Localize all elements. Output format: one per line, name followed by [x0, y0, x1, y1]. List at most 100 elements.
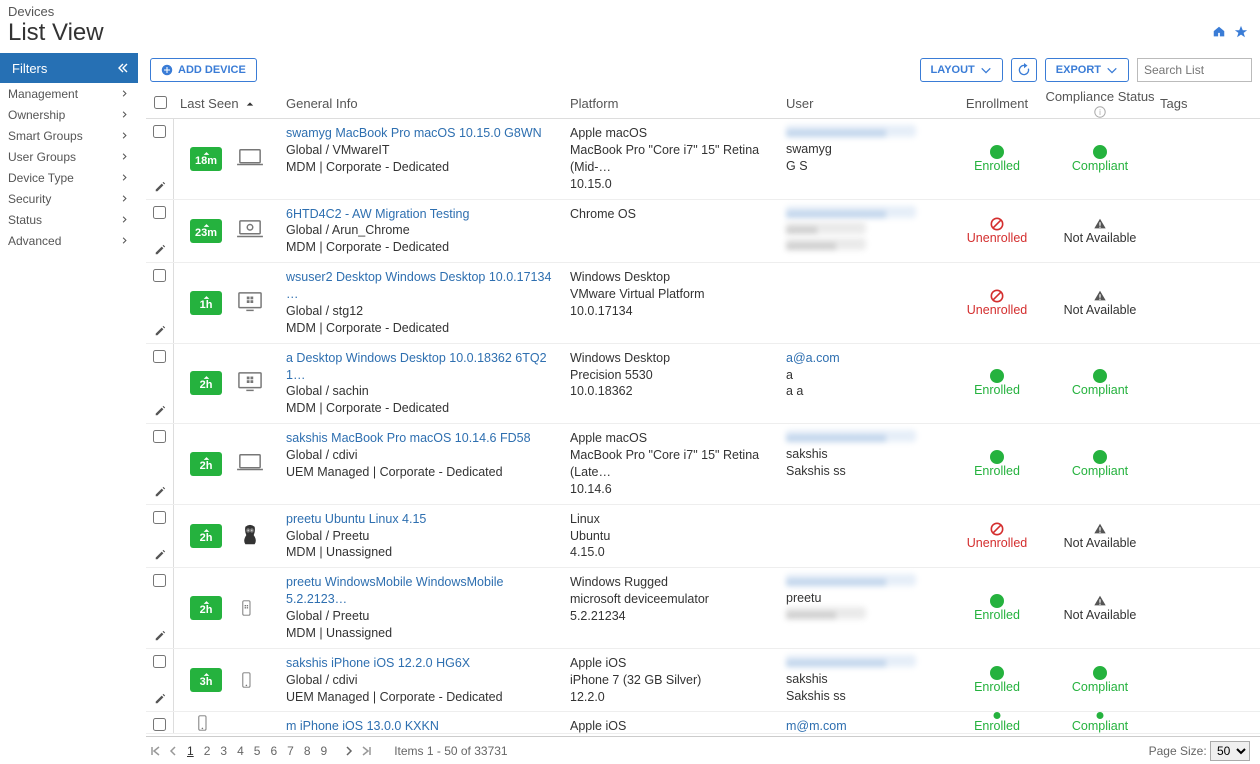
col-platform[interactable]: Platform: [570, 96, 786, 111]
page-8[interactable]: 8: [303, 744, 312, 758]
device-win-icon: [234, 289, 266, 317]
col-user[interactable]: User: [786, 96, 954, 111]
device-laptop-icon: [234, 450, 266, 478]
page-5[interactable]: 5: [253, 744, 262, 758]
row-checkbox[interactable]: [153, 574, 166, 587]
edit-icon[interactable]: [154, 693, 166, 705]
last-seen-badge: 2h: [190, 371, 222, 395]
device-link[interactable]: wsuser2 Desktop Windows Desktop 10.0.171…: [286, 269, 564, 303]
home-icon[interactable]: [1212, 25, 1226, 42]
filter-item-device-type[interactable]: Device Type: [0, 167, 138, 188]
col-enrollment[interactable]: Enrollment: [954, 96, 1040, 111]
edit-icon[interactable]: [154, 549, 166, 561]
edit-icon[interactable]: [154, 181, 166, 193]
filter-item-user-groups[interactable]: User Groups: [0, 146, 138, 167]
device-link[interactable]: sakshis iPhone iOS 12.2.0 HG6X: [286, 655, 564, 672]
device-link[interactable]: sakshis MacBook Pro macOS 10.14.6 FD58: [286, 430, 564, 447]
check-icon: [1093, 450, 1107, 464]
check-icon: [990, 369, 1004, 383]
chevron-right-icon: [121, 195, 128, 202]
filters-header[interactable]: Filters: [0, 53, 138, 83]
device-link[interactable]: 6HTD4C2 - AW Migration Testing: [286, 206, 564, 223]
table-row: m iPhone iOS 13.0.0 KXKNApple iOSm@m.com…: [146, 712, 1260, 734]
row-checkbox[interactable]: [153, 269, 166, 282]
edit-icon[interactable]: [154, 486, 166, 498]
redacted-text: xxxxx: [786, 222, 866, 234]
page-9[interactable]: 9: [320, 744, 329, 758]
check-icon: [1093, 369, 1107, 383]
redacted-text: xxxxxxxx: [786, 238, 866, 250]
redacted-text: xxxxxxxxxxxxxxxx: [786, 430, 916, 442]
star-icon[interactable]: [1234, 25, 1248, 42]
filter-item-status[interactable]: Status: [0, 209, 138, 230]
filter-item-smart-groups[interactable]: Smart Groups: [0, 125, 138, 146]
edit-icon[interactable]: [154, 630, 166, 642]
edit-icon[interactable]: [154, 325, 166, 337]
device-linux-icon: [234, 522, 266, 550]
last-seen-badge: 23m: [190, 219, 222, 243]
prev-page-icon[interactable]: [168, 746, 178, 756]
page-1[interactable]: 1: [186, 744, 195, 758]
plus-icon: [161, 64, 173, 76]
col-general-info[interactable]: General Info: [286, 96, 570, 111]
pagination: 123456789 Items 1 - 50 of 33731: [150, 744, 508, 758]
layout-button[interactable]: LAYOUT: [920, 58, 1003, 82]
filter-item-advanced[interactable]: Advanced: [0, 230, 138, 251]
chevron-right-icon: [121, 174, 128, 181]
filter-item-management[interactable]: Management: [0, 83, 138, 104]
warning-icon: [1093, 289, 1107, 303]
device-link[interactable]: swamyg MacBook Pro macOS 10.15.0 G8WN: [286, 125, 564, 142]
table-row: 3hsakshis iPhone iOS 12.2.0 HG6XGlobal /…: [146, 649, 1260, 713]
page-7[interactable]: 7: [286, 744, 295, 758]
col-last-seen[interactable]: Last Seen: [174, 96, 286, 111]
col-compliance[interactable]: Compliance Status i: [1040, 89, 1160, 119]
page-3[interactable]: 3: [219, 744, 228, 758]
select-all-checkbox[interactable]: [154, 96, 167, 109]
first-page-icon[interactable]: [150, 746, 160, 756]
row-checkbox[interactable]: [153, 718, 166, 731]
next-page-icon[interactable]: [344, 746, 354, 756]
search-input[interactable]: [1137, 58, 1252, 82]
row-checkbox[interactable]: [153, 655, 166, 668]
edit-icon[interactable]: [154, 244, 166, 256]
check-icon: [990, 594, 1004, 608]
check-icon: [1093, 145, 1107, 159]
device-link[interactable]: preetu WindowsMobile WindowsMobile 5.2.2…: [286, 574, 564, 608]
row-checkbox[interactable]: [153, 206, 166, 219]
last-page-icon[interactable]: [362, 746, 372, 756]
check-icon: [1093, 712, 1107, 719]
refresh-button[interactable]: [1011, 58, 1037, 82]
device-link[interactable]: a Desktop Windows Desktop 10.0.18362 6TQ…: [286, 350, 564, 384]
sort-ascending-icon: [246, 100, 254, 108]
redacted-text: xxxxxxxxxxxxxxxx: [786, 206, 916, 218]
add-device-button[interactable]: ADD DEVICE: [150, 58, 257, 82]
page-4[interactable]: 4: [236, 744, 245, 758]
page-2[interactable]: 2: [203, 744, 212, 758]
prohibit-icon: [990, 522, 1004, 536]
device-link[interactable]: preetu Ubuntu Linux 4.15: [286, 511, 564, 528]
svg-text:i: i: [1099, 108, 1101, 117]
check-icon: [1093, 666, 1107, 680]
row-checkbox[interactable]: [153, 430, 166, 443]
collapse-icon: [118, 63, 128, 73]
user-link[interactable]: m@m.com: [786, 718, 948, 734]
filter-item-security[interactable]: Security: [0, 188, 138, 209]
page-6[interactable]: 6: [269, 744, 278, 758]
chevron-down-icon: [980, 64, 992, 76]
row-checkbox[interactable]: [153, 511, 166, 524]
export-button[interactable]: EXPORT: [1045, 58, 1129, 82]
page-size-label: Page Size:: [1149, 744, 1207, 758]
chevron-down-icon: [1106, 64, 1118, 76]
edit-icon[interactable]: [154, 405, 166, 417]
row-checkbox[interactable]: [153, 125, 166, 138]
filter-item-ownership[interactable]: Ownership: [0, 104, 138, 125]
device-link[interactable]: m iPhone iOS 13.0.0 KXKN: [286, 718, 564, 734]
items-range-label: Items 1 - 50 of 33731: [394, 744, 507, 758]
filters-label: Filters: [12, 61, 47, 76]
redacted-text: xxxxxxxxxxxxxxxx: [786, 655, 916, 667]
user-link[interactable]: a@a.com: [786, 350, 948, 367]
add-device-label: ADD DEVICE: [178, 64, 246, 76]
row-checkbox[interactable]: [153, 350, 166, 363]
page-size-select[interactable]: 50: [1210, 741, 1250, 761]
col-tags[interactable]: Tags: [1160, 96, 1210, 111]
